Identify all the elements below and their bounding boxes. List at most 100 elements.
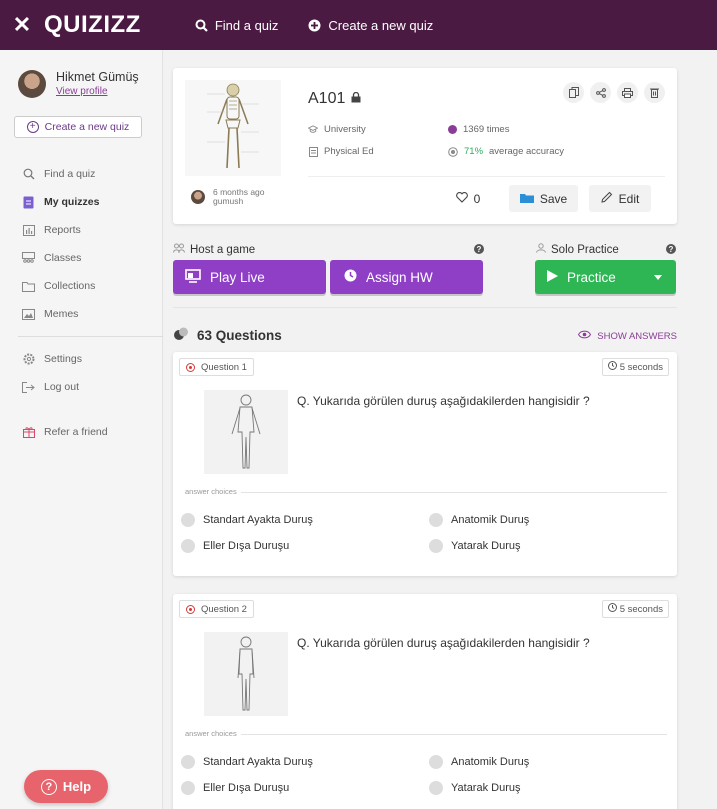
choice-text: Eller Dışa Duruşu: [203, 540, 290, 552]
gear-icon: [22, 353, 35, 366]
questions-count-text: 63 Questions: [197, 328, 282, 343]
find-quiz-button[interactable]: Find a quiz: [195, 18, 278, 33]
sidebar-item-label: Find a quiz: [44, 168, 96, 180]
sidebar: Hikmet Gümüş View profile + Create a new…: [0, 50, 163, 809]
assign-hw-button[interactable]: Assign HW: [330, 260, 483, 294]
sidebar-item-refer-friend[interactable]: Refer a friend: [0, 418, 162, 446]
answer-choice[interactable]: Standart Ayakta Duruş: [181, 755, 313, 769]
question-time-text: 5 seconds: [619, 603, 663, 615]
quiz-author: 6 months ago gumush: [191, 187, 265, 207]
host-game-text: Host a game: [190, 243, 256, 256]
choice-text: Standart Ayakta Duruş: [203, 756, 313, 768]
question-number-tag: Question 2: [179, 600, 254, 618]
body-figure-image: [231, 394, 261, 469]
bar-chart-icon: [22, 224, 35, 237]
trash-icon[interactable]: [644, 82, 665, 103]
question-image: [204, 632, 288, 716]
answer-choices-label: answer choices: [181, 487, 241, 496]
play-icon: [448, 125, 457, 134]
answer-choice[interactable]: Standart Ayakta Duruş: [181, 513, 313, 527]
host-info-icon[interactable]: ?: [474, 244, 484, 254]
search-icon: [195, 19, 208, 32]
sidebar-item-label: Reports: [44, 224, 81, 236]
play-live-button[interactable]: Play Live: [173, 260, 326, 294]
question-time-text: 5 seconds: [619, 361, 663, 373]
sidebar-item-settings[interactable]: Settings: [0, 345, 162, 373]
question-number-tag: Question 1: [179, 358, 254, 376]
choice-text: Yatarak Duruş: [451, 782, 521, 794]
question-text: Q. Yukarıda görülen duruş aşağıdakilerde…: [297, 394, 590, 408]
profile-section: Hikmet Gümüş View profile: [0, 50, 162, 116]
quiz-accuracy: 71% average accuracy: [448, 146, 564, 157]
assign-hw-label: Assign HW: [366, 269, 433, 285]
solo-practice-text: Solo Practice: [551, 243, 619, 256]
choice-bubble-icon: [181, 755, 195, 769]
practice-button[interactable]: Practice: [535, 260, 676, 294]
radio-icon: [186, 362, 195, 372]
heart-icon: [455, 191, 468, 206]
show-answers-toggle[interactable]: SHOW ANSWERS: [578, 330, 677, 342]
create-quiz-button[interactable]: Create a new quiz: [308, 18, 433, 33]
like-button[interactable]: 0: [448, 185, 488, 212]
graduation-cap-icon: [308, 125, 318, 135]
answer-choice[interactable]: Anatomik Duruş: [429, 755, 529, 769]
sidebar-item-memes[interactable]: Memes: [0, 300, 162, 328]
edit-label: Edit: [618, 191, 640, 206]
quizizz-logo[interactable]: QUIZIZZ: [44, 11, 141, 39]
author-avatar: [191, 190, 205, 205]
divider: [308, 176, 665, 177]
plus-circle-icon: [308, 19, 321, 32]
eye-icon: [578, 330, 592, 342]
question-number: Question 1: [201, 361, 247, 373]
clock-icon: [607, 603, 617, 615]
answer-choice[interactable]: Yatarak Duruş: [429, 781, 521, 795]
close-icon[interactable]: ✕: [0, 12, 44, 38]
edit-button[interactable]: Edit: [589, 185, 651, 212]
classes-icon: [22, 252, 35, 265]
quiz-subject: Physical Ed: [308, 146, 374, 157]
host-game-label: Host a game: [173, 243, 255, 256]
avatar[interactable]: [18, 70, 46, 98]
clock-icon: [344, 269, 357, 285]
answer-choice[interactable]: Eller Dışa Duruşu: [181, 539, 289, 553]
choice-bubble-icon: [429, 513, 443, 527]
sidebar-item-logout[interactable]: Log out: [0, 373, 162, 401]
sidebar-item-label: Classes: [44, 252, 82, 264]
show-answers-label: SHOW ANSWERS: [597, 330, 677, 342]
top-navbar: ✕ QUIZIZZ Find a quiz Create a new quiz: [0, 0, 717, 50]
view-profile-link[interactable]: View profile: [56, 86, 139, 97]
chevron-down-icon[interactable]: [654, 275, 662, 280]
sidebar-create-quiz-button[interactable]: + Create a new quiz: [14, 116, 142, 138]
question-image: [204, 390, 288, 474]
sidebar-item-find-quiz[interactable]: Find a quiz: [0, 160, 162, 188]
answer-choice[interactable]: Anatomik Duruş: [429, 513, 529, 527]
choice-text: Eller Dışa Duruşu: [203, 782, 290, 794]
sidebar-item-classes[interactable]: Classes: [0, 244, 162, 272]
group-icon: [173, 243, 185, 256]
quiz-title-text: A101: [308, 90, 346, 107]
sidebar-item-my-quizzes[interactable]: My quizzes: [0, 188, 162, 216]
share-icon[interactable]: [590, 82, 611, 103]
sidebar-nav: Find a quiz My quizzes Reports Classes C…: [0, 160, 163, 446]
person-icon: [536, 243, 546, 256]
sidebar-item-reports[interactable]: Reports: [0, 216, 162, 244]
copy-icon[interactable]: [563, 82, 584, 103]
practice-label: Practice: [567, 269, 616, 285]
question-card: Question 2 5 seconds Q. Yukarıda görülen…: [173, 594, 677, 809]
choice-text: Anatomik Duruş: [451, 756, 530, 768]
answer-choice[interactable]: Eller Dışa Duruşu: [181, 781, 289, 795]
folder-icon: [22, 280, 35, 293]
quiz-played-text: 1369 times: [463, 124, 510, 135]
question-time: 5 seconds: [601, 358, 669, 376]
quiz-played-count: 1369 times: [448, 124, 509, 135]
author-name[interactable]: gumush: [213, 196, 265, 206]
answer-choice[interactable]: Yatarak Duruş: [429, 539, 521, 553]
help-button[interactable]: ? Help: [24, 770, 108, 803]
save-button[interactable]: Save: [509, 185, 578, 212]
quiz-tools: [563, 82, 665, 103]
sidebar-item-collections[interactable]: Collections: [0, 272, 162, 300]
question-mark-icon: ?: [40, 778, 57, 795]
print-icon[interactable]: [617, 82, 638, 103]
divider: [173, 307, 677, 308]
solo-info-icon[interactable]: ?: [666, 244, 676, 254]
